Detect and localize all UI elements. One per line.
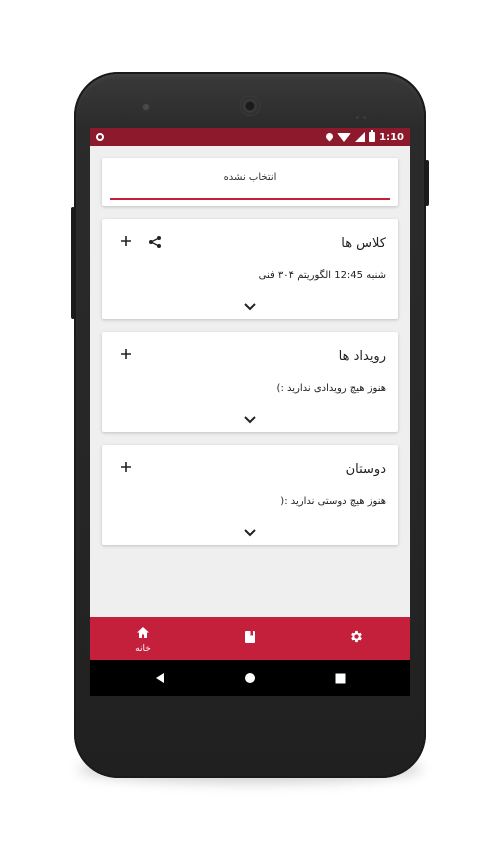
bottom-navigation: خانه — [90, 617, 410, 660]
home-circle-icon[interactable] — [230, 660, 270, 696]
events-card-title: رویداد ها — [338, 349, 386, 364]
selection-tab-label: انتخاب نشده — [223, 172, 277, 183]
chevron-down-icon[interactable] — [243, 410, 257, 424]
add-icon[interactable] — [118, 233, 134, 249]
friends-card-title: دوستان — [345, 462, 386, 477]
location-icon — [326, 133, 333, 142]
chevron-down-icon[interactable] — [243, 297, 257, 311]
classes-card-title: کلاس ها — [341, 236, 386, 251]
front-camera — [240, 96, 260, 116]
events-card: رویداد ها هنوز هیچ رویدادی ندارید :) — [102, 332, 398, 432]
status-bar: 1:10 — [90, 128, 410, 146]
status-time: 1:10 — [379, 131, 404, 143]
main-content: انتخاب نشده کلاس ها شنبه 12:45 الگوریتم … — [90, 146, 410, 617]
battery-icon — [369, 130, 376, 142]
recent-apps-icon[interactable] — [320, 660, 360, 696]
notification-dot-icon — [96, 133, 104, 141]
classes-card: کلاس ها شنبه 12:45 الگوریتم ۳۰۴ فنی — [102, 219, 398, 319]
gear-icon — [349, 629, 364, 648]
classes-card-text: شنبه 12:45 الگوریتم ۳۰۴ فنی — [258, 270, 386, 281]
add-icon[interactable] — [118, 346, 134, 362]
add-icon[interactable] — [118, 459, 134, 475]
chevron-down-icon[interactable] — [243, 523, 257, 537]
nav-item-settings[interactable] — [326, 617, 386, 660]
phone-screen: 1:10 انتخاب نشده کلاس ها شنبه 12:45 الگو… — [90, 128, 410, 696]
selection-tab-indicator — [110, 198, 390, 200]
system-navigation-bar — [90, 660, 410, 696]
front-sensor-dot — [143, 104, 149, 110]
status-icons: 1:10 — [326, 130, 404, 143]
share-icon[interactable] — [148, 234, 162, 248]
selection-tab[interactable]: انتخاب نشده — [102, 158, 398, 206]
proximity-sensors — [356, 104, 370, 119]
device-mockup: 1:10 انتخاب نشده کلاس ها شنبه 12:45 الگو… — [0, 0, 500, 845]
nav-item-book[interactable] — [220, 617, 280, 660]
events-card-text: هنوز هیچ رویدادی ندارید :) — [276, 383, 386, 394]
nav-item-home[interactable]: خانه — [113, 617, 173, 660]
nav-item-home-label: خانه — [135, 643, 151, 654]
book-icon — [244, 629, 256, 648]
home-icon — [136, 624, 150, 643]
cell-signal-icon — [355, 132, 366, 142]
friends-card-text: هنوز هیچ دوستی ندارید :( — [280, 496, 386, 507]
back-icon[interactable] — [140, 660, 180, 696]
wifi-icon — [337, 132, 352, 142]
friends-card: دوستان هنوز هیچ دوستی ندارید :( — [102, 445, 398, 545]
